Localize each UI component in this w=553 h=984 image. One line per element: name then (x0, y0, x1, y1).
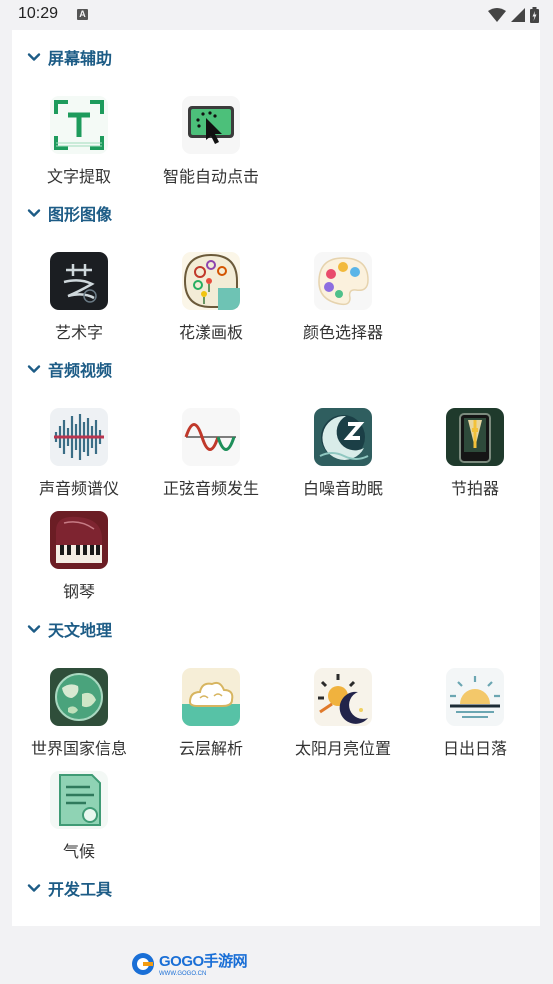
tool-label: 声音频谱仪 (38, 479, 119, 498)
tool-flower-palette[interactable]: 花漾画板 (145, 252, 277, 343)
color-picker-icon (314, 252, 372, 310)
section-header-graphics[interactable]: 图形图像 (26, 200, 112, 226)
flower-palette-icon (182, 252, 240, 310)
tool-color-picker[interactable]: 颜色选择器 (277, 252, 409, 343)
tool-label: 气候 (62, 842, 95, 861)
watermark-logo: GOGO手游网 WWW.GOGO.CN (131, 950, 248, 977)
tool-sine-wave[interactable]: 正弦音频发生 (145, 408, 277, 499)
climate-document-icon (50, 771, 108, 829)
tool-metronome[interactable]: 节拍器 (409, 408, 540, 499)
wifi-icon (488, 7, 506, 22)
tool-label: 钢琴 (62, 582, 95, 601)
tool-auto-click[interactable]: 智能自动点击 (145, 96, 277, 187)
tool-art-text[interactable]: 艺术字 (13, 252, 145, 343)
chevron-down-icon (27, 884, 41, 892)
section-title: 天文地理 (48, 621, 113, 640)
auto-click-icon (182, 96, 240, 154)
tool-label: 白噪音助眠 (302, 479, 383, 498)
piano-icon (50, 511, 108, 569)
tool-label: 世界国家信息 (30, 739, 127, 758)
tool-label: 智能自动点击 (162, 167, 259, 186)
section-header-dev-tools[interactable]: 开发工具 (26, 875, 112, 901)
tool-sound-spectrum[interactable]: 声音频谱仪 (13, 408, 145, 499)
section-title: 音频视频 (48, 361, 113, 380)
section-header-audio-video[interactable]: 音频视频 (26, 356, 112, 382)
tool-text-extract[interactable]: 文字提取 (13, 96, 145, 187)
signal-icon (511, 8, 525, 22)
sound-spectrum-icon (50, 408, 108, 466)
logo-subtext: WWW.GOGO.CN (159, 971, 207, 977)
tool-list-panel: 屏幕辅助 文字提取 智能自动点击 图形图像 艺术字 花漾画板 颜色选择器 音频视… (12, 30, 540, 926)
system-icons (488, 7, 539, 23)
tool-label: 日出日落 (442, 739, 507, 758)
tool-label: 云层解析 (178, 739, 243, 758)
globe-icon (50, 668, 108, 726)
sun-moon-icon (314, 668, 372, 726)
footer: GOGO手游网 WWW.GOGO.CN (0, 926, 553, 984)
chevron-down-icon (27, 365, 41, 373)
white-noise-icon (314, 408, 372, 466)
text-extract-icon (50, 96, 108, 154)
notification-a-icon: A (77, 9, 88, 20)
section-header-astro-geo[interactable]: 天文地理 (26, 616, 112, 642)
tool-sunrise-sunset[interactable]: 日出日落 (409, 668, 540, 759)
metronome-icon (446, 408, 504, 466)
logo-text: GOGO手游网 (159, 953, 248, 970)
tool-sun-moon[interactable]: 太阳月亮位置 (277, 668, 409, 759)
status-time: 10:29 (18, 5, 59, 22)
sine-wave-icon (182, 408, 240, 466)
chevron-down-icon (27, 53, 41, 61)
cloud-icon (182, 668, 240, 726)
section-header-screen-assist[interactable]: 屏幕辅助 (26, 44, 112, 70)
section-title: 开发工具 (48, 880, 113, 899)
sunrise-icon (446, 668, 504, 726)
status-bar: 10:29 A (0, 0, 553, 30)
tool-label: 文字提取 (46, 167, 111, 186)
logo-g-icon (132, 952, 154, 975)
tool-world-countries[interactable]: 世界国家信息 (13, 668, 145, 759)
tool-label: 正弦音频发生 (162, 479, 259, 498)
tool-piano[interactable]: 钢琴 (13, 511, 145, 602)
tool-label: 节拍器 (450, 479, 499, 498)
chevron-down-icon (27, 625, 41, 633)
battery-icon (530, 7, 539, 23)
tool-label: 花漾画板 (178, 323, 243, 342)
art-text-icon (50, 252, 108, 310)
tool-climate[interactable]: 气候 (13, 771, 145, 862)
tool-label: 太阳月亮位置 (294, 739, 391, 758)
tool-cloud-analysis[interactable]: 云层解析 (145, 668, 277, 759)
chevron-down-icon (27, 209, 41, 217)
tool-label: 颜色选择器 (302, 323, 383, 342)
section-title: 图形图像 (48, 205, 113, 224)
section-title: 屏幕辅助 (48, 49, 113, 68)
tool-label: 艺术字 (54, 323, 103, 342)
tool-white-noise[interactable]: 白噪音助眠 (277, 408, 409, 499)
